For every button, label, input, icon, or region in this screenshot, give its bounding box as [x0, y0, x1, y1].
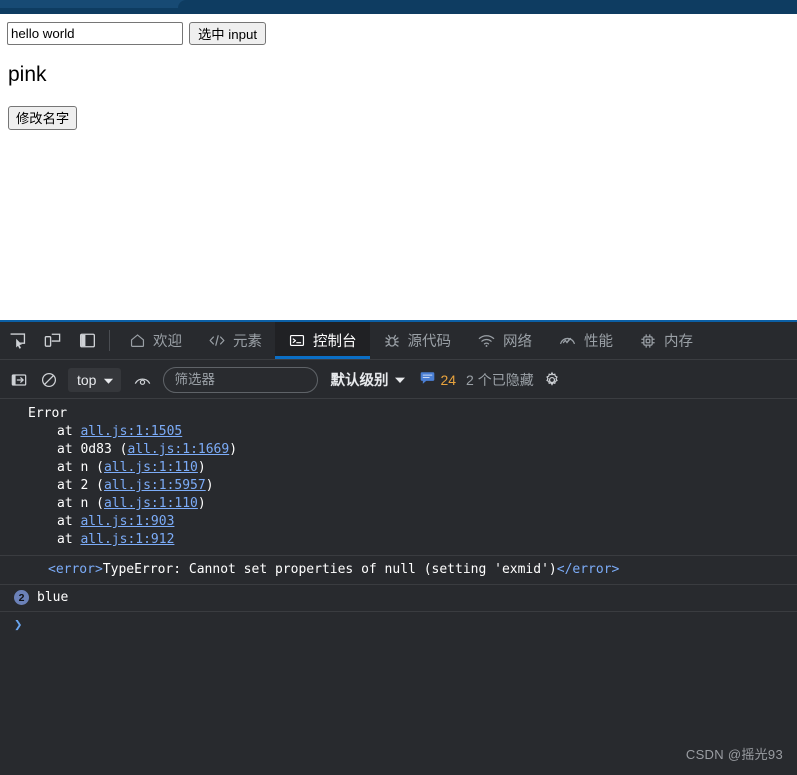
stack-frame-link[interactable]: all.js:1:1505 [80, 424, 182, 439]
stack-frame-prefix: at n [57, 496, 97, 511]
dock-panel-icon[interactable] [70, 322, 105, 359]
tab-label: 元素 [233, 334, 262, 350]
tab-elements[interactable]: 元素 [195, 322, 275, 359]
error-open-tag: <error> [48, 562, 103, 577]
context-value: top [77, 371, 97, 388]
gauge-icon [558, 332, 577, 349]
hidden-messages-label[interactable]: 2 个已隐藏 [466, 370, 534, 390]
stack-frame: at n (all.js:1:110) [0, 459, 797, 477]
name-heading: pink [8, 63, 47, 86]
sidebar-toggle-icon[interactable] [4, 367, 34, 393]
log-level-selector[interactable]: 默认级别 [330, 369, 406, 390]
stack-frame-link[interactable]: all.js:1:110 [104, 496, 198, 511]
stack-frame-paren-close: ) [229, 442, 238, 457]
chip-icon [639, 332, 657, 350]
clear-console-icon[interactable] [34, 367, 64, 393]
stack-frame-paren-open: ( [96, 496, 104, 511]
log-entry-text: blue [37, 590, 69, 605]
tab-memory[interactable]: 内存 [626, 322, 706, 359]
inspect-element-icon[interactable] [0, 322, 35, 359]
console-prompt[interactable]: ❯ [0, 612, 797, 638]
stack-frame: at all.js:1:903 [0, 513, 797, 531]
stack-frame-prefix: at 2 [57, 478, 97, 493]
stack-frame: at all.js:1:1505 [0, 423, 797, 441]
console-error-message: <error>TypeError: Cannot set properties … [0, 556, 797, 585]
stack-frame-link[interactable]: all.js:1:110 [104, 460, 198, 475]
message-count-badge[interactable]: 24 [420, 371, 456, 388]
toolbar-divider [109, 330, 110, 351]
eye-icon[interactable] [127, 367, 157, 393]
stack-frame-link[interactable]: all.js:1:903 [80, 514, 174, 529]
prompt-chevron-icon: ❯ [14, 617, 23, 633]
devtools-tabbar: 欢迎 元素 控制台 源代码 网络 性能 内存 [0, 322, 797, 360]
error-title: Error [28, 406, 68, 421]
watermark: CSDN @摇光93 [685, 747, 783, 762]
rename-button[interactable]: 修改名字 [8, 106, 78, 131]
input-row: 选中 input [7, 22, 797, 45]
stack-frame: at n (all.js:1:110) [0, 495, 797, 513]
home-icon [129, 332, 146, 349]
chevron-down-icon [103, 372, 114, 388]
filter-input[interactable] [163, 366, 319, 393]
tab-label: 网络 [503, 334, 532, 350]
tab-label: 源代码 [407, 334, 452, 350]
console-log-entry: 2 blue [0, 585, 797, 612]
wifi-icon [477, 332, 496, 349]
stack-frame-paren-close: ) [197, 460, 206, 475]
stack-frame-prefix: at [57, 532, 81, 547]
device-toolbar-icon[interactable] [35, 322, 70, 359]
tab-label: 控制台 [313, 334, 357, 350]
browser-chrome [0, 0, 797, 14]
stack-frame-paren-open: ( [96, 478, 104, 493]
tab-network[interactable]: 网络 [464, 322, 545, 359]
error-close-tag: </error> [556, 562, 620, 577]
gear-icon[interactable] [543, 371, 561, 389]
log-level-label: 默认级别 [330, 373, 389, 389]
stack-frame: at 2 (all.js:1:5957) [0, 477, 797, 495]
select-input-button[interactable]: 选中 input [189, 22, 267, 45]
stack-frame: at all.js:1:912 [0, 531, 797, 549]
stack-frame: at 0d83 (all.js:1:1669) [0, 441, 797, 459]
stack-frame-prefix: at n [57, 460, 97, 475]
console-error-stack: Error at all.js:1:1505 at 0d83 (all.js:1:… [0, 400, 797, 556]
tab-label: 性能 [584, 334, 613, 350]
message-count-value: 24 [440, 371, 457, 388]
bug-icon [383, 332, 401, 350]
speech-bubble-icon [420, 371, 435, 388]
tab-label: 欢迎 [153, 334, 182, 350]
stack-frame-paren-open: ( [96, 460, 104, 475]
stack-frame-link[interactable]: all.js:1:912 [80, 532, 174, 547]
tab-performance[interactable]: 性能 [545, 322, 626, 359]
execution-context-selector[interactable]: top [68, 367, 122, 392]
tab-console[interactable]: 控制台 [275, 322, 370, 359]
page-viewport: 选中 input pink 修改名字 [0, 14, 797, 320]
stack-frame-link[interactable]: all.js:1:1669 [127, 442, 229, 457]
code-brackets-icon [208, 332, 226, 349]
stack-frame-list: at all.js:1:1505 at 0d83 (all.js:1:1669) a… [0, 423, 797, 549]
tab-label: 内存 [664, 334, 693, 350]
repeat-count-badge: 2 [14, 590, 29, 605]
stack-frame-prefix: at [57, 424, 81, 439]
console-output[interactable]: Error at all.js:1:1505 at 0d83 (all.js:1:… [0, 400, 797, 775]
browser-active-tab[interactable] [178, 0, 797, 8]
text-input[interactable] [7, 22, 183, 45]
stack-frame-link[interactable]: all.js:1:5957 [104, 478, 206, 493]
stack-frame-paren-close: ) [205, 478, 214, 493]
tab-welcome[interactable]: 欢迎 [116, 322, 195, 359]
tab-sources[interactable]: 源代码 [370, 322, 465, 359]
error-message-text: TypeError: Cannot set properties of null… [102, 562, 557, 577]
page-content: 选中 input pink 修改名字 [0, 14, 797, 131]
chevron-down-icon [394, 372, 406, 388]
devtools-panel: 欢迎 元素 控制台 源代码 网络 性能 内存 top 筛选器 默认级别 24 2… [0, 320, 797, 775]
stack-frame-prefix: at 0d83 [57, 442, 120, 457]
stack-frame-prefix: at [57, 514, 81, 529]
console-terminal-icon [288, 332, 306, 349]
stack-frame-paren-close: ) [197, 496, 206, 511]
console-toolbar: top 默认级别 24 [0, 361, 797, 399]
